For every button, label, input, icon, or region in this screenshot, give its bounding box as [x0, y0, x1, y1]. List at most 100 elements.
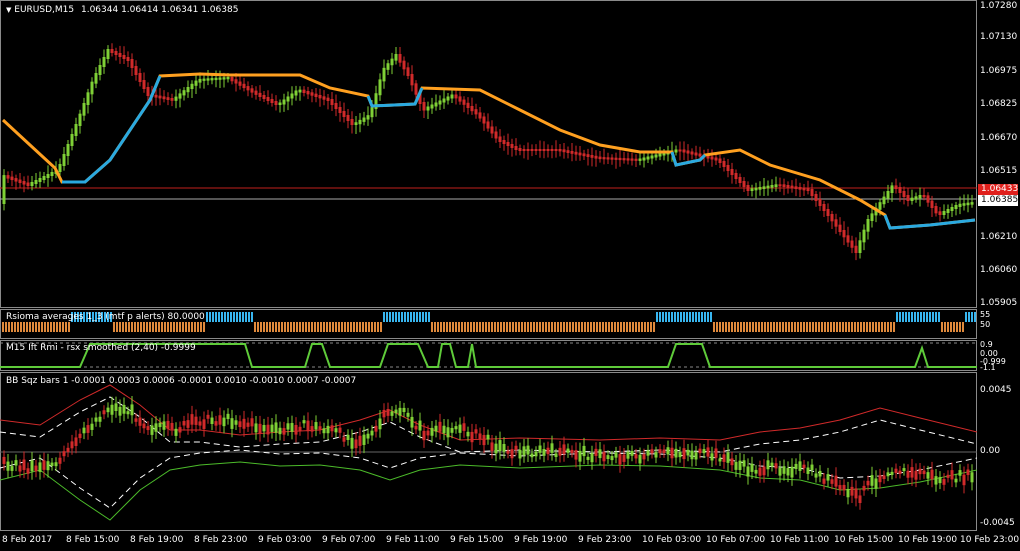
bb-bar-body	[954, 478, 958, 483]
candle-body	[226, 77, 230, 80]
candle-body	[586, 154, 590, 157]
rsioma-bar	[533, 322, 535, 332]
candle-body	[438, 100, 442, 105]
candle-body	[318, 95, 322, 99]
candle-body	[178, 93, 182, 99]
candle-body	[402, 60, 406, 70]
rsioma-bar	[863, 322, 865, 332]
rsioma-bar	[926, 312, 928, 322]
bb-bar-body	[66, 447, 70, 453]
rsioma-bar	[164, 322, 166, 332]
rsioma-bar	[974, 312, 976, 322]
bb-bar-body	[310, 426, 314, 432]
bb-bar-body	[366, 433, 370, 439]
bb-bar-body	[774, 463, 778, 469]
candle-body	[542, 149, 546, 151]
rsioma-bar	[953, 322, 955, 332]
rsioma-bar	[722, 322, 724, 332]
rsioma-bar	[440, 322, 442, 332]
rsioma-bar	[254, 322, 256, 332]
candle-body	[650, 155, 654, 159]
bb-bar-body	[706, 447, 710, 457]
rsioma-axis-tick: 55	[980, 310, 991, 319]
rsioma-bar	[644, 322, 646, 332]
candle-body	[294, 90, 298, 96]
candle-body	[262, 95, 266, 99]
rsioma-bar	[350, 322, 352, 332]
candle-body	[222, 77, 226, 80]
bb-bar-body	[282, 428, 286, 435]
bb-bar-body	[242, 418, 246, 429]
rsioma-bar	[737, 322, 739, 332]
rsioma-bar	[833, 322, 835, 332]
rsioma-bar	[866, 322, 868, 332]
bb-bar-body	[630, 450, 634, 456]
bb-bar-body	[350, 437, 354, 449]
candle-body	[478, 112, 482, 119]
candle-body	[574, 151, 578, 155]
bb-bar-body	[926, 472, 930, 479]
candle-body	[550, 149, 554, 151]
candle-body	[838, 224, 842, 232]
rsioma-bar	[68, 322, 70, 332]
bb-bar-body	[194, 416, 198, 425]
candle-body	[714, 157, 718, 161]
rsioma-bar	[860, 322, 862, 332]
candle-body	[302, 89, 306, 93]
rsioma-bar	[446, 322, 448, 332]
candle-body	[690, 151, 694, 155]
rsioma-bar	[17, 322, 19, 332]
rsioma-bar	[968, 312, 970, 322]
bb-bar-body	[74, 437, 78, 446]
candle-body	[566, 150, 570, 153]
bb-bar-body	[622, 454, 626, 462]
candle-body	[798, 187, 802, 190]
candle-body	[878, 202, 882, 210]
candle-body	[334, 103, 338, 109]
rsioma-bar	[200, 322, 202, 332]
bb-bar-body	[78, 433, 82, 439]
bb-bar-body	[770, 462, 774, 467]
bb-bar-body	[782, 466, 786, 474]
rsioma-bar	[338, 322, 340, 332]
rsioma-bar	[854, 322, 856, 332]
candle-body	[938, 211, 942, 215]
bb-bar-body	[818, 470, 822, 477]
rsioma-bar	[512, 322, 514, 332]
rsioma-bar	[971, 312, 973, 322]
rsioma-bar	[959, 322, 961, 332]
dropdown-arrow-icon[interactable]: ▼	[6, 6, 11, 14]
bb-bar-body	[358, 435, 362, 446]
candle-body	[234, 79, 238, 84]
candle-body	[138, 73, 142, 82]
bb-bar-body	[658, 449, 662, 454]
bb-bar-body	[202, 419, 206, 429]
time-tick: 8 Feb 19:00	[130, 535, 184, 545]
price-line-tag: 1.06433	[978, 184, 1018, 195]
rsioma-bar	[191, 322, 193, 332]
bb-bar-body	[206, 414, 210, 419]
time-tick: 9 Feb 03:00	[258, 535, 312, 545]
rsioma-bar	[272, 322, 274, 332]
bb-bar-body	[362, 434, 366, 445]
rsioma-bar	[755, 322, 757, 332]
rsioma-bar	[677, 312, 679, 322]
candle-body	[134, 66, 138, 75]
rsioma-bar	[530, 322, 532, 332]
bb-bar-body	[662, 449, 666, 454]
candle-body	[398, 54, 402, 63]
bb-lower-band	[0, 461, 977, 521]
bb-bar-body	[854, 488, 858, 499]
candle-body	[14, 178, 18, 182]
rsioma-bar	[476, 322, 478, 332]
candle-body	[422, 102, 426, 111]
candle-body	[310, 92, 314, 96]
candle-body	[66, 144, 70, 156]
candle-body	[942, 211, 946, 215]
candle-body	[530, 149, 534, 151]
bb-bar-body	[730, 458, 734, 466]
rmi-axis-tick: -1.1	[980, 363, 996, 372]
bb-bar-body	[182, 421, 186, 426]
candle-body	[494, 131, 498, 139]
rsioma-bar	[560, 322, 562, 332]
